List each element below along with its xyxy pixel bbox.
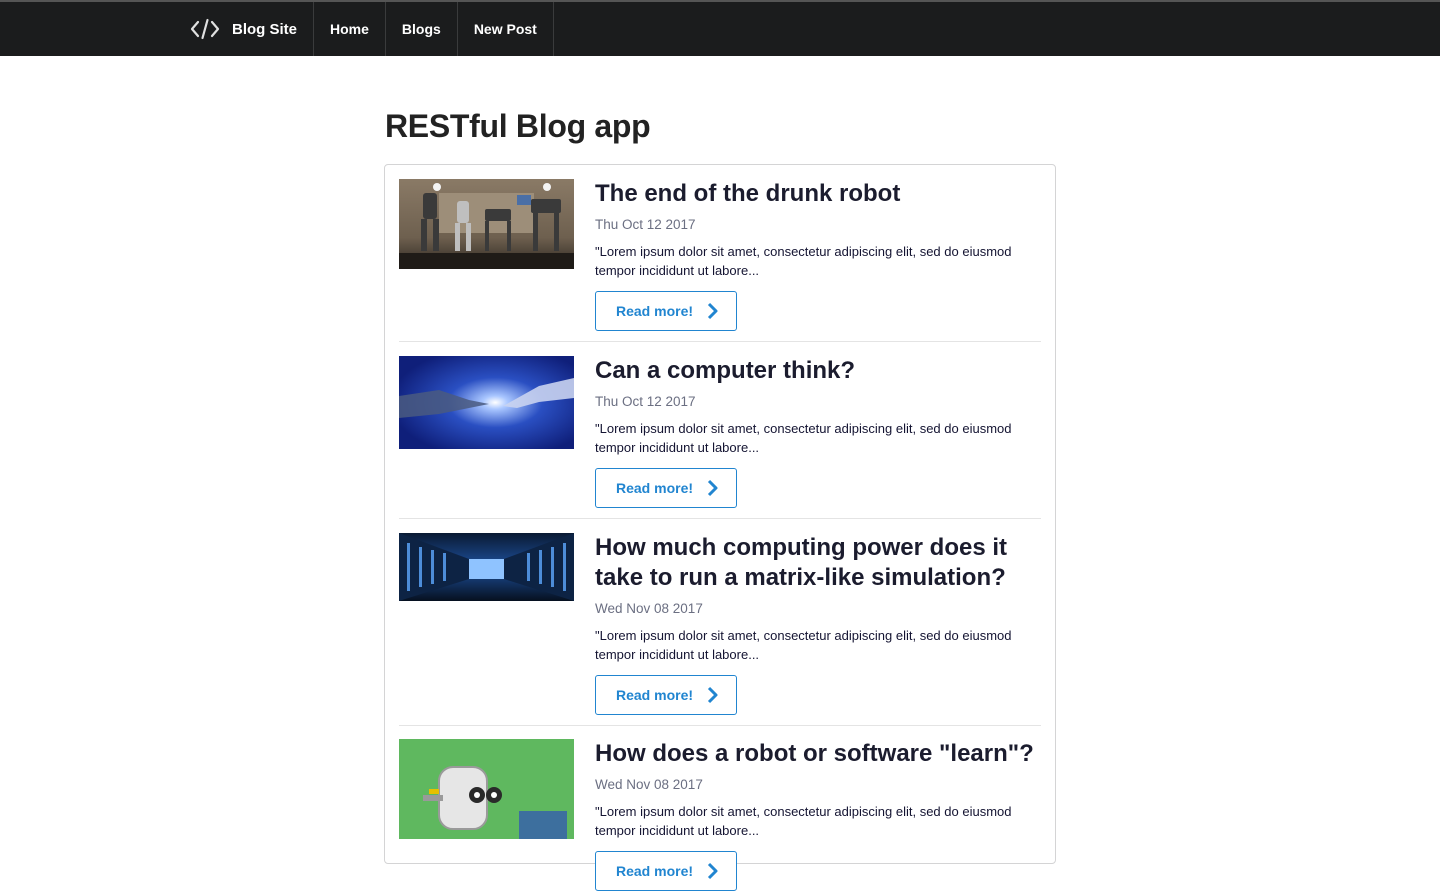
chevron-right-icon — [707, 862, 719, 880]
read-more-button[interactable]: Read more! — [595, 675, 737, 715]
post-title[interactable]: Can a computer think? — [595, 356, 1041, 386]
brand-link[interactable]: Blog Site — [174, 2, 315, 56]
read-more-label: Read more! — [616, 863, 694, 879]
post-content: Can a computer think? Thu Oct 12 2017 "L… — [595, 356, 1041, 508]
post-thumbnail[interactable] — [399, 533, 574, 601]
post-excerpt: "Lorem ipsum dolor sit amet, consectetur… — [595, 244, 1012, 278]
read-more-label: Read more! — [616, 687, 694, 703]
post-excerpt: "Lorem ipsum dolor sit amet, consectetur… — [595, 421, 1012, 455]
post-item: The end of the drunk robot Thu Oct 12 20… — [399, 179, 1041, 342]
post-content: How does a robot or software "learn"? We… — [595, 739, 1041, 891]
post-title[interactable]: The end of the drunk robot — [595, 179, 1041, 209]
post-thumbnail[interactable] — [399, 356, 574, 449]
post-title[interactable]: How much computing power does it take to… — [595, 533, 1041, 593]
nav-menu: Blog Site Home Blogs New Post — [174, 2, 554, 56]
post-item: Can a computer think? Thu Oct 12 2017 "L… — [399, 356, 1041, 519]
server-room-photo — [399, 533, 574, 601]
post-content: The end of the drunk robot Thu Oct 12 20… — [595, 179, 1041, 331]
post-divider — [399, 725, 1041, 726]
post-divider — [399, 341, 1041, 342]
post-thumbnail[interactable] — [399, 179, 574, 269]
post-title[interactable]: How does a robot or software "learn"? — [595, 739, 1041, 769]
cartoon-robot-illustration — [399, 739, 574, 839]
post-list: The end of the drunk robot Thu Oct 12 20… — [384, 164, 1056, 891]
post-date: Thu Oct 12 2017 — [595, 217, 696, 232]
read-more-label: Read more! — [616, 480, 694, 496]
chevron-right-icon — [707, 686, 719, 704]
post-item: How does a robot or software "learn"? We… — [399, 739, 1041, 891]
chevron-right-icon — [707, 302, 719, 320]
post-date: Wed Nov 08 2017 — [595, 601, 703, 616]
nav-item-home[interactable]: Home — [314, 2, 386, 56]
post-date: Thu Oct 12 2017 — [595, 394, 696, 409]
brand-label: Blog Site — [232, 20, 298, 38]
post-item: How much computing power does it take to… — [399, 533, 1041, 726]
post-content: How much computing power does it take to… — [595, 533, 1041, 715]
post-thumbnail[interactable] — [399, 739, 574, 839]
robot-human-hands-photo — [399, 356, 574, 449]
read-more-button[interactable]: Read more! — [595, 851, 737, 891]
code-icon — [190, 18, 220, 40]
chevron-right-icon — [707, 479, 719, 497]
page-title: RESTful Blog app — [385, 108, 651, 144]
robots-lineup-photo — [399, 179, 574, 269]
nav-item-blogs[interactable]: Blogs — [386, 2, 458, 56]
post-date: Wed Nov 08 2017 — [595, 777, 703, 792]
top-navbar: Blog Site Home Blogs New Post — [0, 0, 1440, 56]
post-excerpt: "Lorem ipsum dolor sit amet, consectetur… — [595, 804, 1012, 838]
read-more-label: Read more! — [616, 303, 694, 319]
post-excerpt: "Lorem ipsum dolor sit amet, consectetur… — [595, 628, 1012, 662]
nav-item-new-post[interactable]: New Post — [458, 2, 554, 56]
read-more-button[interactable]: Read more! — [595, 468, 737, 508]
read-more-button[interactable]: Read more! — [595, 291, 737, 331]
post-divider — [399, 518, 1041, 519]
